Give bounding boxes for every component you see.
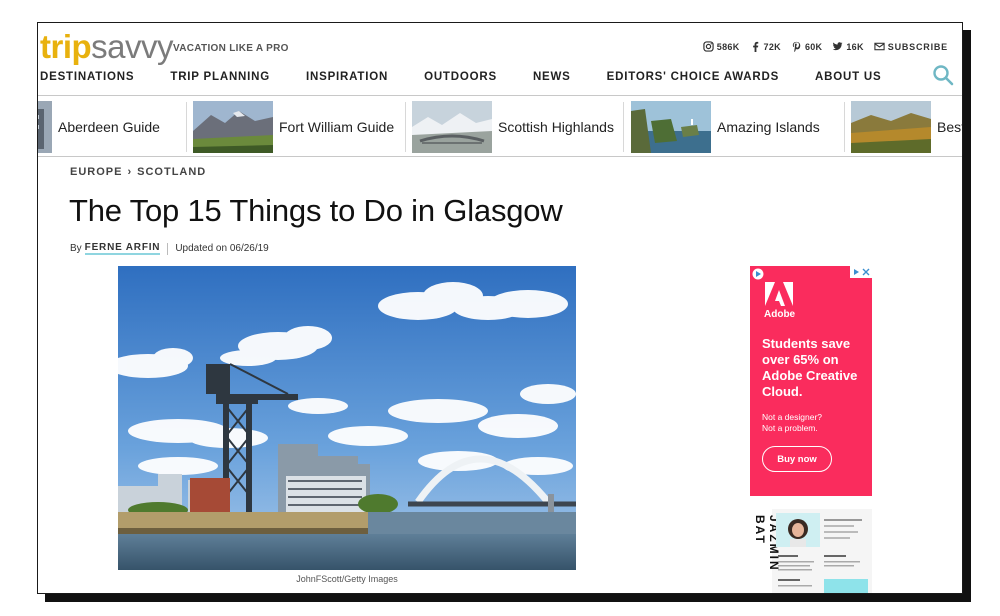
updated-date: Updated on 06/26/19 bbox=[175, 243, 269, 254]
ad-headline: Students save over 65% on Adobe Creative… bbox=[762, 336, 858, 399]
social-pinterest[interactable]: 60K bbox=[791, 41, 822, 52]
social-twitter[interactable]: 16K bbox=[832, 41, 863, 52]
site-header: tripsavvy VACATION LIKE A PRO 586K 72K 6… bbox=[38, 23, 962, 95]
strip-divider bbox=[186, 102, 187, 152]
amazing-islands-thumbnail bbox=[631, 101, 711, 153]
strip-label-scottish-highlands: Scottish Highlands bbox=[498, 119, 614, 135]
strip-item-amazing-islands[interactable]: Amazing Islands bbox=[631, 100, 820, 154]
logo-trip: trip bbox=[40, 28, 92, 65]
strip-item-aberdeen[interactable]: Aberdeen Guide bbox=[38, 100, 160, 154]
twitter-count: 16K bbox=[846, 41, 864, 52]
facebook-count: 72K bbox=[763, 41, 781, 52]
nav-news[interactable]: NEWS bbox=[533, 71, 571, 83]
nav-about-us[interactable]: ABOUT US bbox=[815, 71, 881, 83]
instagram-icon bbox=[703, 41, 714, 52]
image-caption: JohnFScott/Getty Images bbox=[296, 574, 398, 584]
nav-editors-choice-awards[interactable]: EDITORS' CHOICE AWARDS bbox=[607, 71, 779, 83]
ad-brand: Adobe bbox=[764, 309, 796, 320]
close-icon[interactable] bbox=[862, 268, 870, 276]
strip-item-fort-william[interactable]: Fort William Guide bbox=[193, 100, 394, 154]
author-link[interactable]: FERNE ARFIN bbox=[84, 242, 161, 255]
breadcrumb-scotland[interactable]: SCOTLAND bbox=[137, 166, 206, 178]
strip-label-amazing-islands: Amazing Islands bbox=[717, 119, 820, 135]
scottish-highlands-thumbnail bbox=[412, 101, 492, 153]
instagram-count: 586K bbox=[716, 41, 740, 52]
tripsavvy-logo[interactable]: tripsavvy bbox=[40, 28, 174, 65]
strip-item-scottish-highlands[interactable]: Scottish Highlands bbox=[412, 100, 614, 154]
strip-label-fort-william: Fort William Guide bbox=[279, 119, 395, 135]
nav-trip-planning[interactable]: TRIP PLANNING bbox=[170, 71, 270, 83]
nav-inspiration[interactable]: INSPIRATION bbox=[306, 71, 388, 83]
resume-graphic bbox=[776, 513, 868, 593]
social-links: 586K 72K 60K 16K SUBSCRIBE bbox=[703, 41, 948, 52]
ad-buy-now-button[interactable]: Buy now bbox=[762, 446, 832, 472]
ad-info-icon[interactable] bbox=[852, 268, 860, 276]
hero-image bbox=[118, 266, 576, 570]
byline-divider bbox=[167, 242, 169, 255]
pinterest-count: 60K bbox=[804, 41, 823, 52]
logo-savvy: savvy bbox=[91, 28, 174, 65]
ad-subtext: Not a designer? Not a problem. bbox=[762, 412, 822, 434]
ad-close-controls[interactable] bbox=[850, 266, 872, 278]
search-icon[interactable] bbox=[932, 64, 954, 86]
best-thumbnail bbox=[851, 101, 931, 153]
facebook-icon bbox=[752, 41, 758, 52]
breadcrumb: EUROPE › SCOTLAND bbox=[70, 166, 206, 178]
strip-divider bbox=[844, 102, 845, 152]
ad-subtext-line2: Not a problem. bbox=[762, 423, 818, 433]
tagline: VACATION LIKE A PRO bbox=[173, 43, 289, 54]
twitter-icon bbox=[833, 42, 843, 51]
pinterest-icon bbox=[792, 41, 801, 52]
strip-divider bbox=[623, 102, 624, 152]
nav-outdoors[interactable]: OUTDOORS bbox=[424, 71, 497, 83]
adobe-logo-icon bbox=[765, 282, 793, 306]
page-title: The Top 15 Things to Do in Glasgow bbox=[69, 193, 563, 228]
breadcrumb-europe[interactable]: EUROPE bbox=[70, 166, 122, 178]
strip-label-aberdeen: Aberdeen Guide bbox=[58, 119, 160, 135]
strip-item-best[interactable]: Best bbox=[851, 100, 963, 154]
ad-subtext-line1: Not a designer? bbox=[762, 412, 823, 422]
nav-destinations[interactable]: DESTINATIONS bbox=[40, 71, 134, 83]
strip-label-best: Best bbox=[937, 119, 963, 135]
adchoices-icon[interactable] bbox=[752, 268, 764, 280]
byline: By FERNE ARFIN Updated on 06/26/19 bbox=[70, 242, 269, 255]
aberdeen-thumbnail bbox=[38, 101, 52, 153]
strip-divider bbox=[405, 102, 406, 152]
fort-william-thumbnail bbox=[193, 101, 273, 153]
ad-resume-preview: JAZMIN BAT bbox=[750, 509, 872, 593]
subscribe-label: SUBSCRIBE bbox=[887, 41, 948, 52]
byline-by: By bbox=[70, 243, 82, 254]
social-instagram[interactable]: 586K bbox=[703, 41, 740, 52]
adobe-ad[interactable]: Adobe Students save over 65% on Adobe Cr… bbox=[750, 266, 872, 496]
guide-strip: Aberdeen Guide Fort William Guide Scotti… bbox=[38, 95, 963, 157]
social-facebook[interactable]: 72K bbox=[750, 41, 781, 52]
breadcrumb-chevron-icon: › bbox=[127, 166, 133, 178]
subscribe-link[interactable]: SUBSCRIBE bbox=[874, 41, 948, 52]
mail-icon bbox=[874, 42, 885, 51]
main-nav: DESTINATIONS TRIP PLANNING INSPIRATION O… bbox=[40, 71, 918, 83]
browser-frame: tripsavvy VACATION LIKE A PRO 586K 72K 6… bbox=[37, 22, 963, 594]
